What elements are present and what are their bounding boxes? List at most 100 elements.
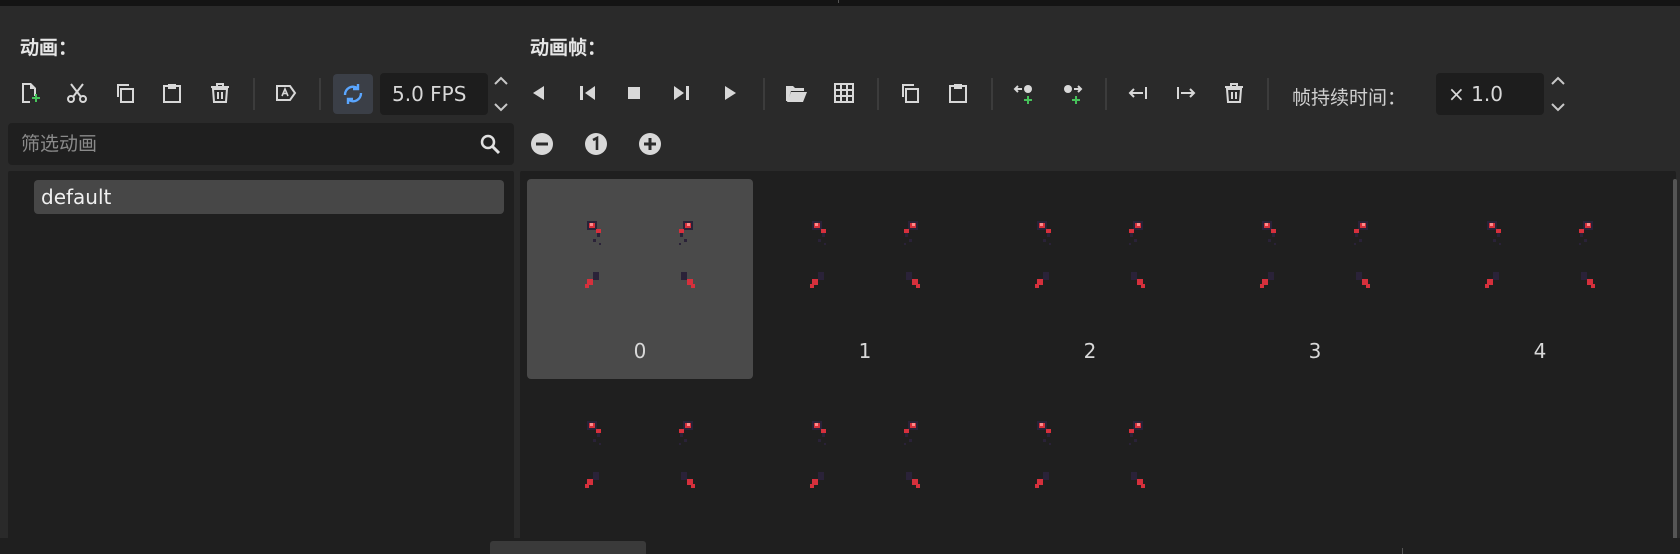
frame-tile-4[interactable]: 4 <box>1427 179 1653 379</box>
move-left-icon <box>1128 87 1147 99</box>
load-file-icon <box>786 86 807 102</box>
toolbar-separator <box>877 78 879 110</box>
copy-frame-button[interactable] <box>891 74 929 112</box>
frame-duration-stepper[interactable] <box>1548 73 1568 115</box>
stop-icon <box>628 87 640 99</box>
frame-tile-0[interactable]: 0 <box>527 179 753 379</box>
sprite-thumbnail <box>1485 221 1595 288</box>
play-backwards-button[interactable] <box>568 74 606 112</box>
play-from-start-button[interactable] <box>663 74 701 112</box>
play-backwards-from-end-icon <box>533 86 544 100</box>
new-animation-button[interactable] <box>10 74 48 112</box>
delete-animation-button[interactable] <box>201 74 239 112</box>
new-animation-icon <box>22 83 40 103</box>
cut-button[interactable] <box>58 74 96 112</box>
bottom-scroll-track <box>0 538 1680 554</box>
top-border <box>0 0 1680 7</box>
autoplay-icon <box>276 85 297 101</box>
paste-frame-icon <box>949 84 967 103</box>
sprite-thumbnail <box>810 221 920 288</box>
frame-tile-3[interactable]: 3 <box>1202 179 1428 379</box>
frame-grid-scrollbar[interactable] <box>1673 179 1677 541</box>
bottom-tick <box>1402 548 1403 554</box>
toolbar-separator <box>1267 78 1269 110</box>
delete-icon <box>211 83 229 103</box>
sprite-frames-panel: 动画： 动画帧： 5.0 FPS 帧持续时间： × 1.0 筛选动画 defau… <box>0 7 1680 547</box>
bottom-scrollbar-thumb[interactable] <box>490 541 646 554</box>
fps-value: 5.0 FPS <box>392 82 467 106</box>
frame-index-label: 4 <box>1533 339 1547 363</box>
move-left-button[interactable] <box>1119 74 1157 112</box>
play-button[interactable] <box>711 74 749 112</box>
play-from-start-icon <box>674 86 689 100</box>
frame-tile-6[interactable]: 6 <box>752 379 978 541</box>
toolbar-separator <box>253 78 255 110</box>
frame-index-label: 2 <box>1083 339 1097 363</box>
frame-tile-7[interactable]: 7 <box>977 379 1203 541</box>
fps-stepper[interactable] <box>491 73 511 115</box>
sprite-thumbnail <box>1035 221 1145 288</box>
spritesheet-button[interactable] <box>825 74 863 112</box>
play-backwards-from-end-button[interactable] <box>520 74 558 112</box>
animation-item-default[interactable]: default <box>34 180 504 214</box>
frame-index-label: 1 <box>858 339 872 363</box>
sprite-thumbnail <box>585 421 695 488</box>
zoom-out-button[interactable] <box>529 131 555 157</box>
move-right-icon <box>1177 87 1196 99</box>
zoom-in-icon <box>639 133 661 155</box>
insert-after-icon <box>1064 85 1083 104</box>
paste-frame-button[interactable] <box>939 74 977 112</box>
cut-icon <box>67 83 87 103</box>
play-backwards-icon <box>580 86 595 100</box>
splitter-tick <box>838 0 839 3</box>
frame-tile-5[interactable]: 5 <box>527 379 753 541</box>
animations-title: 动画： <box>20 37 78 59</box>
animation-list: default <box>8 171 514 541</box>
delete-frame-icon <box>1225 83 1243 103</box>
toolbar-separator <box>319 78 321 110</box>
paste-button[interactable] <box>153 74 191 112</box>
load-file-button[interactable] <box>777 74 815 112</box>
toolbar-separator <box>763 78 765 110</box>
sprite-thumbnail <box>1260 221 1370 288</box>
insert-after-button[interactable] <box>1053 74 1091 112</box>
sprite-thumbnail <box>585 221 695 288</box>
search-icon <box>480 134 501 155</box>
move-right-button[interactable] <box>1167 74 1205 112</box>
frame-tile-1[interactable]: 1 <box>752 179 978 379</box>
frame-duration-value: × 1.0 <box>1448 82 1503 106</box>
stepper-arrows-icon <box>494 76 508 112</box>
frame-grid: 0 1 2 3 4 5 6 7 <box>520 171 1676 541</box>
animation-filter-input[interactable] <box>8 123 468 165</box>
zoom-reset-icon <box>585 133 607 155</box>
sprite-thumbnail <box>810 421 920 488</box>
play-icon <box>725 86 736 100</box>
zoom-reset-button[interactable] <box>583 131 609 157</box>
toolbar-separator <box>1105 78 1107 110</box>
frame-duration-field[interactable]: × 1.0 <box>1436 73 1544 115</box>
frame-duration-label: 帧持续时间： <box>1292 87 1407 109</box>
zoom-in-button[interactable] <box>637 131 663 157</box>
autoplay-button[interactable] <box>267 74 305 112</box>
frame-index-label: 3 <box>1308 339 1322 363</box>
stop-button[interactable] <box>615 74 653 112</box>
copy-frame-icon <box>902 84 919 103</box>
sprite-thumbnail <box>1035 421 1145 488</box>
copy-icon <box>117 84 134 103</box>
insert-before-button[interactable] <box>1005 74 1043 112</box>
toolbar-separator <box>991 78 993 110</box>
fps-field[interactable]: 5.0 FPS <box>380 73 488 115</box>
frame-tile-2[interactable]: 2 <box>977 179 1203 379</box>
animation-filter <box>8 123 514 165</box>
frames-title: 动画帧： <box>530 37 607 59</box>
frame-index-label: 0 <box>633 339 647 363</box>
delete-frame-button[interactable] <box>1215 74 1253 112</box>
copy-button[interactable] <box>106 74 144 112</box>
insert-before-icon <box>1013 85 1032 104</box>
loop-icon <box>343 84 363 104</box>
zoom-out-icon <box>531 133 553 155</box>
paste-icon <box>163 84 181 103</box>
loop-button[interactable] <box>333 74 373 114</box>
stepper-arrows-icon <box>1551 76 1565 112</box>
spritesheet-icon <box>834 83 854 103</box>
